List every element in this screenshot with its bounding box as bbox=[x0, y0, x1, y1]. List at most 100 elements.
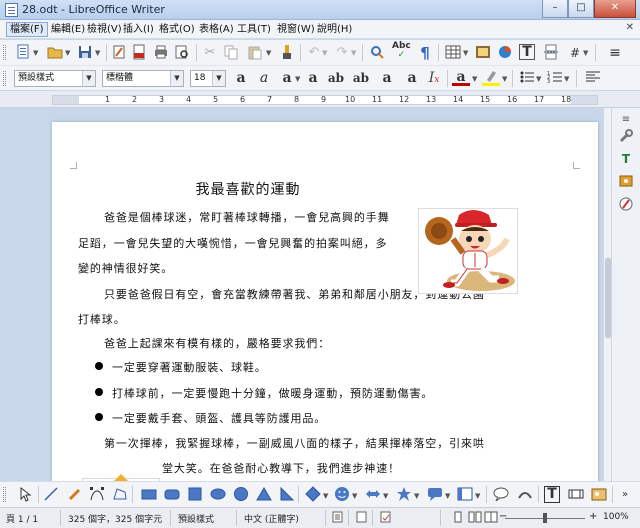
font-name-select[interactable]: 標楷體 ▼ bbox=[102, 70, 184, 87]
superscript-icon[interactable]: ab bbox=[327, 69, 345, 87]
ellipse-icon[interactable] bbox=[209, 486, 227, 504]
toolbar-grip[interactable] bbox=[3, 487, 6, 502]
outline-font-icon[interactable]: a bbox=[403, 69, 421, 87]
cut-icon[interactable]: ✂ bbox=[201, 44, 219, 62]
align-left-icon[interactable] bbox=[584, 69, 602, 87]
menu-tools[interactable]: 工具(T) bbox=[234, 22, 274, 37]
menu-window[interactable]: 視窗(W) bbox=[274, 22, 318, 37]
document-workspace[interactable]: 我最喜歡的運動 爸爸是個棒球迷，常盯著棒球轉播，一會兒高興的手舞 足蹈，一會兒失… bbox=[0, 108, 603, 481]
menu-help[interactable]: 說明(H) bbox=[314, 22, 355, 37]
multi-page-view-icon[interactable] bbox=[468, 511, 482, 526]
bulleted-list-icon[interactable] bbox=[518, 69, 536, 87]
document-heading[interactable]: 我最喜歡的運動 bbox=[52, 179, 444, 199]
single-page-view-icon[interactable] bbox=[452, 511, 464, 526]
undo-icon[interactable]: ↶ bbox=[305, 44, 323, 62]
chevron-down-icon[interactable]: ▼ bbox=[352, 492, 357, 500]
navigator-icon[interactable] bbox=[618, 196, 634, 212]
curve-icon[interactable] bbox=[88, 486, 106, 504]
chevron-down-icon[interactable]: ▼ bbox=[463, 49, 468, 57]
chevron-down-icon[interactable]: ▼ bbox=[323, 492, 328, 500]
insert-image-icon[interactable] bbox=[474, 44, 492, 62]
chevron-down-icon[interactable]: ▼ bbox=[65, 49, 70, 57]
paragraph-style-select[interactable]: 預設樣式 ▼ bbox=[14, 70, 96, 87]
stars-icon[interactable] bbox=[395, 486, 413, 504]
numbered-list-icon[interactable]: 123 bbox=[546, 69, 564, 87]
chevron-down-icon[interactable]: ▼ bbox=[414, 492, 419, 500]
print-icon[interactable] bbox=[152, 44, 170, 62]
insert-frame-icon[interactable] bbox=[567, 486, 585, 504]
paragraph-line[interactable]: 堂大笑。在爸爸耐心教導下，我們進步神速！ bbox=[162, 460, 400, 476]
paragraph-line[interactable]: 足蹈，一會兒失望的大嘆惋惜，一會兒興奮的拍案叫絕，多 bbox=[78, 235, 387, 251]
insert-text-box-icon[interactable]: T bbox=[519, 44, 535, 60]
menu-table[interactable]: 表格(A) bbox=[196, 22, 237, 37]
paragraph-line[interactable]: 第一次揮棒，我緊握球棒，一副威風八面的樣子，結果揮棒落空，引來哄 bbox=[104, 435, 485, 451]
chevron-down-icon[interactable]: ▼ bbox=[383, 492, 388, 500]
language[interactable]: 中文 (正體字) bbox=[244, 512, 299, 525]
menu-view[interactable]: 檢視(V) bbox=[84, 22, 125, 37]
fontwork-icon[interactable] bbox=[516, 486, 534, 504]
selection-mode-icon[interactable] bbox=[356, 511, 368, 526]
chevron-down-icon[interactable]: ▼ bbox=[472, 75, 477, 83]
baseball-player-image[interactable] bbox=[418, 208, 518, 294]
toolbar-options-icon[interactable]: ≡ bbox=[606, 44, 624, 62]
gallery-icon[interactable] bbox=[618, 173, 634, 189]
book-view-icon[interactable] bbox=[484, 511, 498, 526]
close-document-icon[interactable]: ✕ bbox=[626, 22, 634, 33]
bold-icon[interactable]: a bbox=[232, 69, 250, 87]
symbol-shapes-icon[interactable] bbox=[333, 486, 351, 504]
minimize-button[interactable]: – bbox=[542, 0, 568, 18]
subscript-icon[interactable]: ab bbox=[352, 69, 370, 87]
document-modified-icon[interactable] bbox=[380, 511, 392, 526]
highlighting-color-icon[interactable] bbox=[482, 68, 500, 86]
word-count[interactable]: 325 個字，325 個字元 bbox=[68, 512, 162, 525]
polygon-icon[interactable] bbox=[111, 486, 129, 504]
basic-shapes-icon[interactable] bbox=[304, 486, 322, 504]
toolbar-more-icon[interactable]: » bbox=[616, 486, 634, 504]
page-count[interactable]: 頁 1 / 1 bbox=[6, 512, 38, 525]
horizontal-ruler[interactable]: 1 2 3 4 5 6 7 8 9 10 11 12 13 14 15 16 1… bbox=[0, 91, 640, 108]
callouts-icon[interactable] bbox=[426, 486, 444, 504]
insert-field-icon[interactable]: # bbox=[566, 44, 584, 62]
paragraph-line[interactable]: 變的神情很好笑。 bbox=[78, 260, 173, 276]
chevron-down-icon[interactable]: ▼ bbox=[475, 492, 480, 500]
paragraph-line[interactable]: 爸爸是個棒球迷，常盯著棒球轉播，一會兒高興的手舞 bbox=[104, 209, 390, 225]
styles-icon[interactable]: T bbox=[618, 151, 634, 167]
save-icon[interactable] bbox=[76, 44, 94, 62]
close-button[interactable]: ✕ bbox=[594, 0, 636, 18]
select-pointer-icon[interactable] bbox=[16, 486, 34, 504]
text-box-icon[interactable]: T bbox=[544, 486, 560, 503]
list-item[interactable]: 打棒球前，一定要慢跑十分鐘，做暖身運動，預防運動傷害。 bbox=[112, 385, 433, 401]
redo-icon[interactable]: ↷ bbox=[333, 44, 351, 62]
zoom-out-icon[interactable]: − bbox=[499, 511, 507, 522]
clone-formatting-icon[interactable] bbox=[278, 44, 296, 62]
block-arrows-icon[interactable] bbox=[364, 486, 382, 504]
square-icon[interactable] bbox=[186, 486, 204, 504]
underline-icon[interactable]: a bbox=[278, 69, 296, 87]
formatting-marks-icon[interactable]: ¶ bbox=[416, 44, 434, 62]
insert-image-icon[interactable] bbox=[590, 486, 608, 504]
zoom-in-icon[interactable]: + bbox=[589, 511, 597, 522]
strikethrough-icon[interactable]: a bbox=[304, 69, 322, 87]
chevron-down-icon[interactable]: ▼ bbox=[170, 71, 183, 86]
insert-callout-icon[interactable] bbox=[492, 486, 510, 504]
paste-icon[interactable] bbox=[246, 44, 264, 62]
toolbar-grip[interactable] bbox=[3, 71, 6, 86]
triangle-icon[interactable] bbox=[255, 486, 273, 504]
maximize-button[interactable]: □ bbox=[568, 0, 594, 18]
rounded-rectangle-icon[interactable] bbox=[163, 486, 181, 504]
copy-icon[interactable] bbox=[222, 44, 240, 62]
properties-icon[interactable] bbox=[618, 128, 634, 144]
document-page[interactable]: 我最喜歡的運動 爸爸是個棒球迷，常盯著棒球轉播，一會兒高興的手舞 足蹈，一會兒失… bbox=[52, 122, 598, 481]
list-item[interactable]: 一定要穿著運動服裝、球鞋。 bbox=[112, 359, 267, 375]
paragraph-line[interactable]: 打棒球。 bbox=[78, 311, 126, 327]
circle-icon[interactable] bbox=[232, 486, 250, 504]
clear-formatting-icon[interactable]: Ix bbox=[425, 69, 443, 87]
font-size-select[interactable]: 18 ▼ bbox=[190, 70, 226, 87]
print-preview-icon[interactable] bbox=[173, 44, 191, 62]
zoom-slider-handle[interactable] bbox=[543, 513, 547, 523]
chevron-down-icon[interactable]: ▼ bbox=[212, 71, 225, 86]
new-document-icon[interactable] bbox=[14, 44, 32, 62]
chevron-down-icon[interactable]: ▼ bbox=[536, 75, 541, 83]
chevron-down-icon[interactable]: ▼ bbox=[445, 492, 450, 500]
menu-insert[interactable]: 插入(I) bbox=[120, 22, 157, 37]
